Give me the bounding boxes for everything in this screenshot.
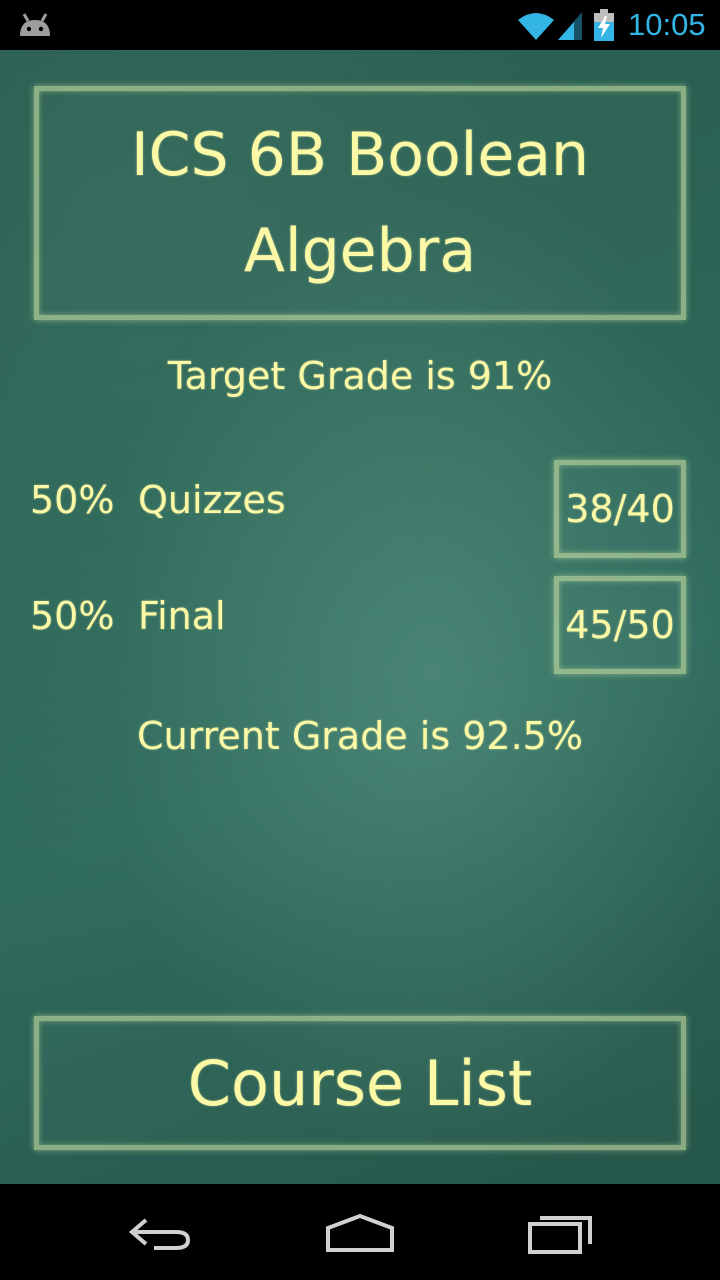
navigation-bar bbox=[0, 1184, 720, 1280]
final-score: 45/50 bbox=[565, 603, 675, 647]
battery-charging-icon bbox=[594, 9, 614, 41]
quizzes-weight: 50% bbox=[30, 478, 115, 522]
screen: 10:05 ICS 6B Boolean Algebra Target Grad… bbox=[0, 0, 720, 1280]
course-list-label: Course List bbox=[187, 1046, 533, 1120]
course-title-box: ICS 6B Boolean Algebra bbox=[34, 86, 686, 320]
final-label: Final bbox=[138, 594, 226, 638]
final-score-field[interactable]: 45/50 bbox=[554, 576, 686, 674]
course-list-button[interactable]: Course List bbox=[34, 1016, 686, 1150]
wifi-icon bbox=[518, 13, 554, 40]
course-title: ICS 6B Boolean Algebra bbox=[130, 120, 590, 286]
status-bar: 10:05 bbox=[0, 0, 720, 50]
final-weight: 50% bbox=[30, 594, 115, 638]
quizzes-score-field[interactable]: 38/40 bbox=[554, 460, 686, 558]
recent-apps-icon[interactable] bbox=[524, 1208, 596, 1256]
quizzes-label: Quizzes bbox=[138, 478, 286, 522]
back-icon[interactable] bbox=[124, 1208, 196, 1256]
target-grade: Target Grade is 91% bbox=[167, 354, 553, 398]
home-icon[interactable] bbox=[324, 1208, 396, 1256]
signal-icon bbox=[558, 12, 582, 40]
current-grade: Current Grade is 92.5% bbox=[137, 714, 583, 758]
chalkboard: ICS 6B Boolean Algebra Target Grade is 9… bbox=[0, 50, 720, 1184]
clock: 10:05 bbox=[628, 7, 706, 42]
quizzes-score: 38/40 bbox=[565, 487, 675, 531]
android-icon bbox=[20, 13, 50, 36]
